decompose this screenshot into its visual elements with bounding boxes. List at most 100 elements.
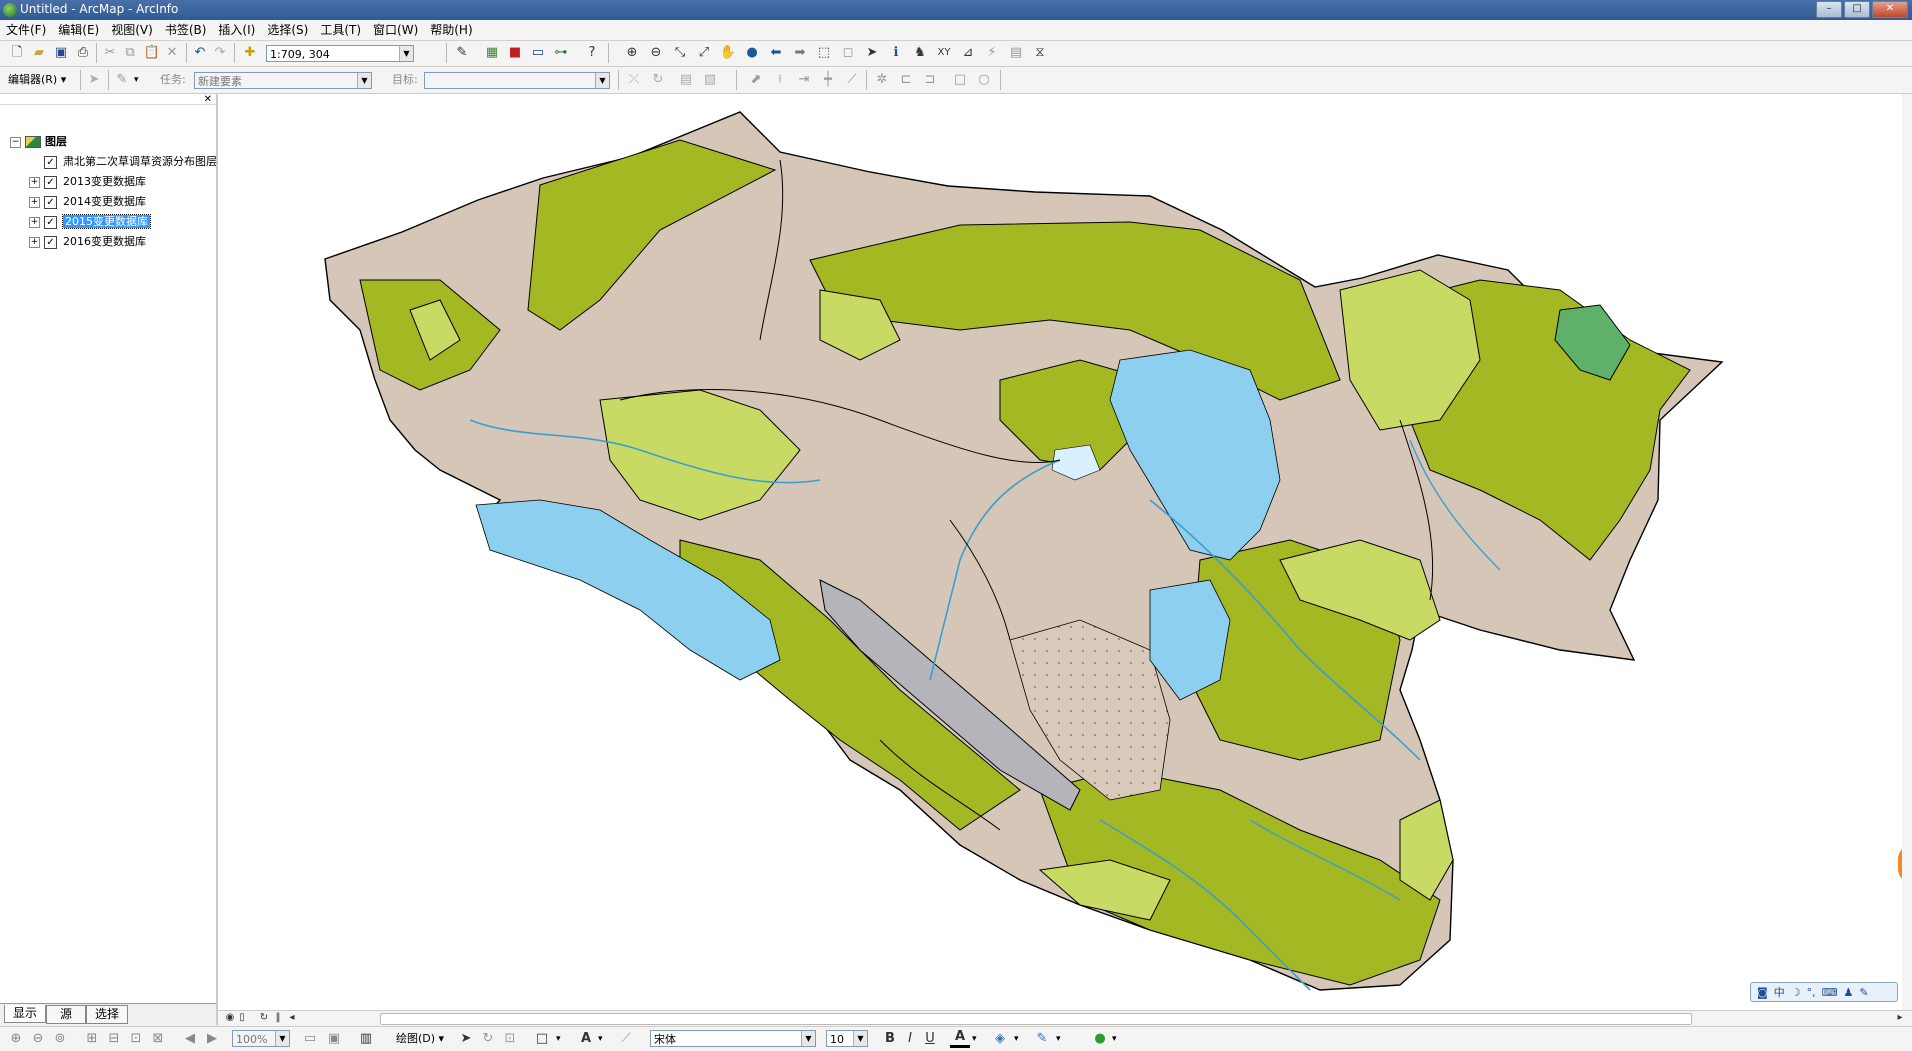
map-canvas[interactable] <box>218 94 1902 1010</box>
go-to-xy-icon[interactable]: XY <box>934 43 954 63</box>
menu-file[interactable]: 文件(F) <box>0 20 52 40</box>
tab-selection[interactable]: 选择 <box>86 1005 128 1024</box>
line-color-icon[interactable]: ✎ <box>1032 1029 1052 1049</box>
command-line-icon[interactable]: ▭ <box>528 43 548 63</box>
menu-edit[interactable]: 编辑(E) <box>52 20 105 40</box>
find-icon[interactable]: ♞ <box>910 43 930 63</box>
rotate-tool-icon[interactable]: ↻ <box>648 70 668 90</box>
expand-icon[interactable]: + <box>29 236 40 248</box>
maximize-button[interactable]: □ <box>1844 1 1870 18</box>
collapse-icon[interactable]: − <box>10 136 21 148</box>
map-vertical-scrollbar[interactable] <box>1902 94 1912 1025</box>
zoom-whole-page-icon[interactable]: ⊚ <box>50 1029 70 1049</box>
ime-keyboard-icon[interactable]: ⌨ <box>1822 986 1838 999</box>
map-horizontal-scrollbar[interactable]: ◉ ▯ ↻ ‖ ◂ ▸ <box>218 1010 1912 1026</box>
pan-icon[interactable]: ✋ <box>718 43 738 63</box>
expand-icon[interactable]: + <box>29 196 40 208</box>
cut-icon[interactable]: ✂ <box>100 43 120 63</box>
line-intersect-icon[interactable]: ⟋ <box>842 70 862 90</box>
fixed-zoom-in-icon[interactable]: ⤡ <box>670 43 690 63</box>
fixed-zoom-out-icon[interactable]: ⤢ <box>694 43 714 63</box>
chevron-down-icon[interactable]: ▼ <box>801 1031 815 1046</box>
chevron-down-icon[interactable]: ▼ <box>399 46 413 61</box>
editor-toolbar-icon[interactable]: ✎ <box>452 43 472 63</box>
layer-visibility-checkbox[interactable]: ✓ <box>44 195 57 209</box>
circle-icon[interactable]: ○ <box>974 70 994 90</box>
clear-selection-icon[interactable]: ◻ <box>838 43 858 63</box>
edit-vertices-icon[interactable]: ⟋ <box>616 1029 636 1049</box>
task-combo[interactable]: 新建要素 ▼ <box>194 72 372 89</box>
fill-color-dropdown-icon[interactable]: ▾ <box>1014 1029 1019 1049</box>
toc-layer-4[interactable]: + ✓ 2016变更数据库 <box>29 234 146 250</box>
toc-layer-0[interactable]: ✓ 肃北第二次草调草资源分布图层 <box>44 154 217 170</box>
layers-root[interactable]: − 图层 <box>10 134 67 150</box>
reshape-icon[interactable]: ⊏ <box>896 70 916 90</box>
ime-toolbar[interactable]: ◙ 中 ☽ °, ⌨ ♟ ✎ <box>1750 982 1898 1002</box>
page-actual-icon[interactable]: ⊠ <box>148 1029 168 1049</box>
toc-layer-1[interactable]: + ✓ 2013变更数据库 <box>29 174 146 190</box>
expand-icon[interactable]: + <box>29 176 40 188</box>
toc-layer-2[interactable]: + ✓ 2014变更数据库 <box>29 194 146 210</box>
layout-view-icon[interactable]: ▯ <box>232 1008 252 1028</box>
italic-button[interactable]: I <box>900 1029 920 1049</box>
marker-color-icon[interactable]: ● <box>1090 1029 1110 1049</box>
ime-mode-label[interactable]: 中 <box>1774 984 1785 1000</box>
menu-help[interactable]: 帮助(H) <box>424 20 478 40</box>
bold-button[interactable]: B <box>880 1029 900 1049</box>
menu-window[interactable]: 窗口(W) <box>367 20 424 40</box>
rectangle-icon[interactable]: □ <box>950 70 970 90</box>
topology-edit-icon[interactable]: ⬈ <box>746 70 766 90</box>
rotate-element-icon[interactable]: ↻ <box>478 1029 498 1049</box>
text-dropdown-icon[interactable]: ▾ <box>598 1029 603 1049</box>
open-folder-icon[interactable]: ▰ <box>29 43 49 63</box>
measure-icon[interactable]: ⊿ <box>958 43 978 63</box>
sketch-dropdown-icon[interactable]: ▾ <box>134 70 139 90</box>
layer-visibility-checkbox[interactable]: ✓ <box>44 175 57 189</box>
underline-button[interactable]: U <box>920 1029 940 1049</box>
whats-this-icon[interactable]: ? <box>582 43 602 63</box>
full-extent-icon[interactable]: ● <box>742 43 762 63</box>
print-icon[interactable]: ⎙ <box>73 43 93 63</box>
layout-zoom-combo[interactable]: 100% ▼ <box>232 1030 290 1047</box>
menu-tools[interactable]: 工具(T) <box>314 20 367 40</box>
new-document-icon[interactable]: 🗋 <box>7 43 27 63</box>
ime-settings-icon[interactable]: ✎ <box>1859 986 1868 999</box>
page-zoom-in-icon[interactable]: ⊞ <box>82 1029 102 1049</box>
scroll-right-icon[interactable]: ▸ <box>1890 1008 1910 1028</box>
ime-icon[interactable]: ◙ <box>1757 986 1768 999</box>
scroll-left-icon[interactable]: ◂ <box>282 1008 302 1028</box>
layer-visibility-checkbox[interactable]: ✓ <box>44 215 57 229</box>
edit-tool-icon[interactable]: ➤ <box>84 70 104 90</box>
page-fit-icon[interactable]: ⊡ <box>126 1029 146 1049</box>
line-color-dropdown-icon[interactable]: ▾ <box>1056 1029 1061 1049</box>
menu-selection[interactable]: 选择(S) <box>261 20 314 40</box>
rectangle-dropdown-icon[interactable]: ▾ <box>556 1029 561 1049</box>
save-icon[interactable]: ▣ <box>51 43 71 63</box>
drawing-menu[interactable]: 绘图(D) ▾ <box>396 1029 444 1049</box>
copy-icon[interactable]: ⧉ <box>120 43 140 63</box>
page-zoom-out-icon[interactable]: ⊟ <box>104 1029 124 1049</box>
chevron-down-icon[interactable]: ▼ <box>595 73 609 88</box>
extend-icon[interactable]: ⇥ <box>794 70 814 90</box>
redo-icon[interactable]: ↷ <box>210 43 230 63</box>
ime-punct-icon[interactable]: °, <box>1807 986 1816 999</box>
split-tool-icon[interactable]: ⤫ <box>624 70 644 90</box>
focus-frame-icon[interactable]: ▣ <box>324 1029 344 1049</box>
zoom-in-fixed-icon[interactable]: ⊕ <box>6 1029 26 1049</box>
time-slider-icon[interactable]: ⧖ <box>1030 43 1050 63</box>
minimize-button[interactable]: – <box>1816 1 1842 18</box>
map-scale-combo[interactable]: 1:709, 304 ▼ <box>266 45 414 62</box>
menu-bookmarks[interactable]: 书签(B) <box>159 20 213 40</box>
html-popup-icon[interactable]: ▤ <box>1006 43 1026 63</box>
arctoolbox-icon[interactable]: ■ <box>505 43 525 63</box>
zoom-out-icon[interactable]: ⊖ <box>646 43 666 63</box>
generalize-icon[interactable]: ✲ <box>872 70 892 90</box>
zoom-out-fixed-icon[interactable]: ⊖ <box>28 1029 48 1049</box>
chevron-down-icon[interactable]: ▼ <box>357 73 371 88</box>
toc-layer-3[interactable]: + ✓ 2015变更数据库 <box>29 214 151 230</box>
identify-icon[interactable]: ℹ <box>886 43 906 63</box>
next-extent-icon[interactable]: ➡ <box>790 43 810 63</box>
map-view[interactable] <box>218 94 1902 1010</box>
menu-insert[interactable]: 插入(I) <box>212 20 261 40</box>
close-button[interactable]: ✕ <box>1872 1 1908 18</box>
